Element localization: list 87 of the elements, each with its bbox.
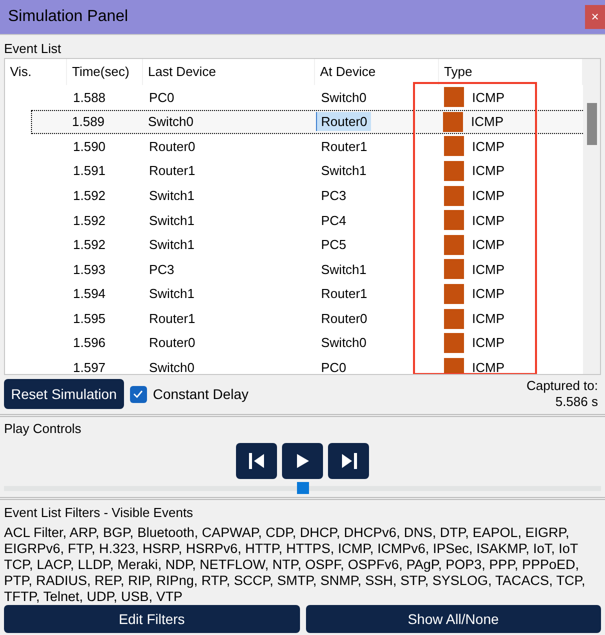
table-cell-text: ICMP (472, 359, 504, 374)
table-cell-text: 1.595 (72, 310, 107, 328)
table-cell-text: PC0 (320, 359, 348, 374)
table-cell-text: PC3 (320, 186, 348, 205)
event-row[interactable]: 1.592 Switch1 PC4 ICMP (5, 208, 583, 233)
column-header[interactable]: Time(sec) (67, 59, 143, 85)
play-button[interactable] (282, 442, 323, 478)
column-header[interactable]: At Device (315, 59, 439, 85)
table-cell-text: Switch1 (148, 285, 196, 304)
table-cell-text: 1.596 (72, 334, 107, 352)
table-cell-text: PC3 (148, 260, 176, 279)
table-cell-text: ICMP (472, 138, 504, 156)
table-cell-text: ICMP (472, 310, 504, 328)
table-cell: Router0 (316, 112, 372, 132)
table-cell-text: Router0 (148, 334, 196, 352)
captured-label: Captured to: (526, 378, 598, 394)
table-cell-text: Switch0 (148, 359, 196, 374)
event-row[interactable]: 1.589 Switch0 Router0 ICMP (31, 110, 585, 134)
event-row[interactable]: 1.592 Switch1 PC3 ICMP (5, 183, 583, 208)
skip-back-icon (248, 452, 266, 470)
table-cell-text: Switch0 (320, 334, 368, 352)
play-icon (296, 452, 310, 468)
table-cell-text: ICMP (471, 113, 504, 132)
table-cell-text: Router0 (148, 138, 196, 156)
reset-simulation-button[interactable]: Reset Simulation (4, 379, 124, 409)
scrollbar[interactable] (583, 59, 600, 374)
event-row[interactable]: 1.591 Router1 Switch1 ICMP (5, 158, 583, 184)
event-row[interactable]: 1.597 Switch0 PC0 ICMP (5, 356, 583, 374)
table-cell-text: Router1 (320, 285, 368, 304)
table-cell-text: Switch1 (148, 212, 196, 230)
edit-filters-button[interactable]: Edit Filters (4, 605, 300, 633)
table-cell-text: Switch1 (320, 162, 368, 180)
table-cell-text: Router1 (148, 310, 196, 328)
table-cell-text: ICMP (472, 186, 504, 205)
table-cell-text: 1.591 (72, 162, 107, 180)
event-row[interactable]: 1.594 Switch1 Router1 ICMP (5, 282, 583, 306)
table-cell-text: 1.594 (72, 285, 107, 304)
table-cell-text: 1.590 (72, 138, 107, 156)
event-row[interactable]: 1.595 Router1 Router0 ICMP (5, 306, 583, 331)
slider-thumb[interactable] (296, 482, 308, 494)
playback-slider[interactable] (4, 482, 601, 496)
event-row[interactable]: 1.592 Switch1 PC5 ICMP (5, 232, 583, 258)
table-cell-text: ICMP (472, 285, 504, 304)
skip-forward-icon (340, 452, 358, 470)
event-row[interactable]: 1.588 PC0 Switch0 ICMP (5, 85, 583, 110)
event-row[interactable]: 1.593 PC3 Switch1 ICMP (5, 257, 583, 282)
show-all-none-button[interactable]: Show All/None (306, 605, 601, 633)
table-cell-text: PC0 (148, 88, 176, 107)
table-cell-text: 1.592 (72, 212, 107, 230)
section-label: Event List (4, 40, 62, 58)
table-cell-text: Router1 (320, 138, 368, 156)
column-header[interactable]: Last Device (143, 59, 315, 85)
table-cell-text: Switch1 (148, 186, 196, 205)
table-cell-text: ICMP (472, 334, 504, 352)
table-cell-text: Switch1 (148, 236, 196, 254)
table-cell-text: Switch0 (147, 113, 195, 132)
table-cell-text: 1.592 (72, 186, 107, 205)
close-button[interactable]: × (585, 5, 605, 29)
table-cell-text: Router1 (148, 162, 196, 180)
event-row[interactable]: 1.590 Router0 Router1 ICMP (5, 134, 583, 159)
section-label: Event List Filters - Visible Events (4, 504, 194, 522)
event-row[interactable]: 1.596 Router0 Switch0 ICMP (5, 330, 583, 356)
window-title: Simulation Panel (8, 7, 128, 27)
captured-value: 5.586 s (555, 394, 598, 410)
table-cell-text: 1.589 (71, 113, 106, 132)
table-cell-text: 1.597 (72, 359, 107, 374)
section-label: Play Controls (4, 420, 82, 438)
check-icon (133, 390, 144, 398)
table-cell-text: ICMP (472, 88, 504, 107)
table-cell-text: 1.588 (72, 88, 107, 107)
table-cell-text: ICMP (472, 260, 504, 279)
constant-delay-checkbox[interactable] (130, 386, 147, 402)
table-cell-text: 1.592 (72, 236, 107, 254)
visible-events-list: ACL Filter, ARP, BGP, Bluetooth, CAPWAP, CDP, DHCP, DHCPv6, DNS, DTP, EAPOL, EIGRP, EIGRPv6, FTP, H.323, HSRP, HSRPv6, HTTP, HTTPS, ICMP, ICMPv6, IPSec, ISAKMP, IoT, IoT TCP, LACP, LLDP, Meraki, NDP, NETFLOW, NTP, OSPF, OSPFv6, PAgP, POP3, PPP, PPPoED, PTP, RADIUS, REP, RIP, RIPng, RTP, SCCP, SMTP, SNMP, SSH, STP, SYSLOG, TACACS, TCP, TFTP, Telnet, UDP, USB, VTP (4, 524, 601, 604)
table-cell-text: PC4 (320, 212, 348, 230)
table-cell-text: ICMP (472, 212, 504, 230)
checkbox-label: Constant Delay (152, 384, 249, 404)
table-cell-text: PC5 (320, 236, 348, 254)
table-cell-text: Router0 (320, 310, 368, 328)
table-cell-text: ICMP (472, 162, 504, 180)
table-cell-text: 1.593 (72, 260, 107, 279)
table-cell-text: Switch0 (320, 88, 368, 107)
table-cell-text: Switch1 (320, 260, 368, 279)
column-header[interactable]: Vis. (5, 59, 67, 85)
skip-forward-button[interactable] (328, 442, 369, 478)
table-cell-text: ICMP (472, 236, 504, 254)
skip-back-button[interactable] (236, 442, 277, 478)
